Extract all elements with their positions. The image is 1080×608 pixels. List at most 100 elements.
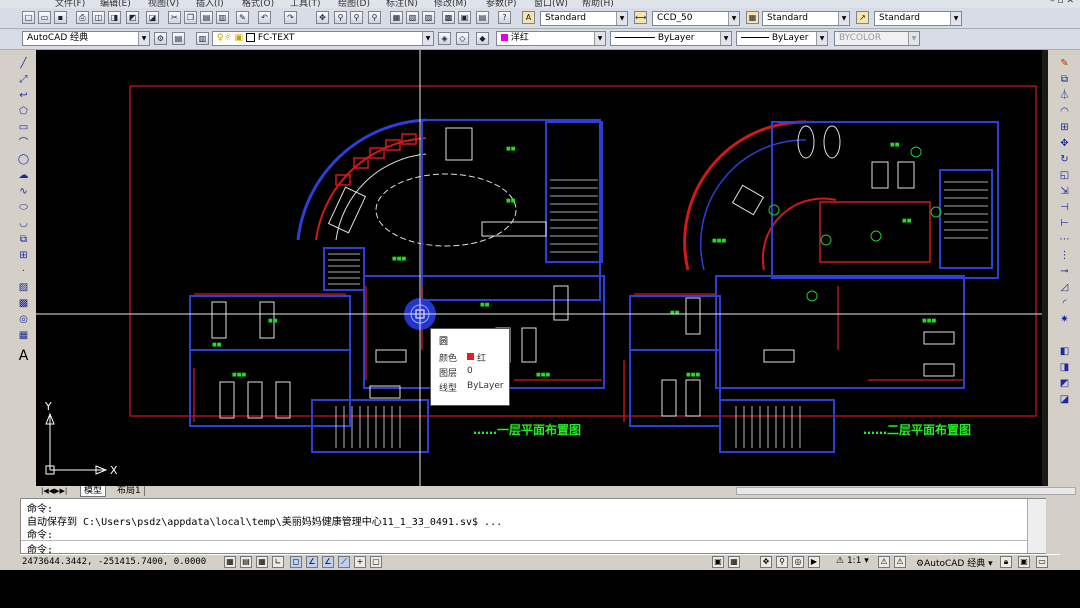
circle-icon[interactable]: ◯: [16, 153, 31, 167]
paste-special-icon[interactable]: ▥: [216, 11, 229, 24]
copy-icon[interactable]: ❐: [184, 11, 197, 24]
extend-icon[interactable]: ⊢: [1057, 217, 1072, 231]
arc-icon[interactable]: ⌒: [16, 137, 31, 151]
grid-toggle[interactable]: ▦: [256, 556, 268, 568]
explode-icon[interactable]: ✷: [1057, 313, 1072, 327]
menu-window[interactable]: 窗口(W): [534, 0, 568, 8]
draworder-back-icon[interactable]: ◨: [1057, 361, 1072, 375]
annotation-scale[interactable]: ⚠ 1:1 ▾: [836, 556, 869, 566]
horizontal-scrollbar[interactable]: [736, 487, 1076, 495]
layer-previous-icon[interactable]: ◇: [456, 32, 469, 45]
tab-nav-first-icon[interactable]: |◀◀▶▶|: [38, 486, 70, 496]
insert-block-icon[interactable]: ⧉: [16, 233, 31, 247]
tool-palettes-icon[interactable]: ▨: [422, 11, 435, 24]
trim-icon[interactable]: ⊣: [1057, 201, 1072, 215]
menu-parametric[interactable]: 参数(P): [486, 0, 516, 8]
paste-icon[interactable]: ▤: [200, 11, 213, 24]
preview-icon[interactable]: ◫: [92, 11, 105, 24]
revision-cloud-icon[interactable]: ☁: [16, 169, 31, 183]
menu-insert[interactable]: 插入(I): [196, 0, 224, 8]
print-icon[interactable]: ⎙: [76, 11, 89, 24]
help-icon[interactable]: ?: [498, 11, 511, 24]
menu-dimension[interactable]: 标注(N): [386, 0, 418, 8]
tab-model[interactable]: 模型: [80, 486, 107, 497]
point-icon[interactable]: ·: [16, 265, 31, 279]
design-center-icon[interactable]: ▧: [406, 11, 419, 24]
ellipse-icon[interactable]: ⬭: [16, 201, 31, 215]
menu-edit[interactable]: 编辑(E): [100, 0, 131, 8]
autoscale-icon[interactable]: ⚠: [894, 556, 906, 568]
polygon-icon[interactable]: ⬠: [16, 105, 31, 119]
drawing-canvas[interactable]: ■■ ■■ ■■ ■■■ ■■■ ■■■ ■■ ■■ ……一层平面布置图 ■■ …: [36, 50, 1048, 486]
vertical-scrollbar[interactable]: [1042, 50, 1048, 486]
dyn-toggle[interactable]: +: [354, 556, 366, 568]
chamfer-icon[interactable]: ◿: [1057, 281, 1072, 295]
linetype-select[interactable]: ByLayer ▼: [610, 31, 732, 46]
pan-icon[interactable]: ✥: [316, 11, 329, 24]
text-style-select[interactable]: Standard ▼: [540, 11, 628, 26]
lwt-toggle[interactable]: ▢: [370, 556, 382, 568]
hatch-icon[interactable]: ▨: [16, 281, 31, 295]
menu-modify[interactable]: 修改(M): [434, 0, 467, 8]
make-current-layer-icon[interactable]: ◈: [438, 32, 451, 45]
menu-file[interactable]: 文件(F): [55, 0, 85, 8]
offset-icon[interactable]: ◠: [1057, 105, 1072, 119]
multiline-text-icon[interactable]: A: [16, 349, 31, 363]
menu-draw[interactable]: 绘图(D): [338, 0, 370, 8]
layer-select[interactable]: ♀☼ ▣ FC-TEXT ▼: [212, 31, 434, 46]
ellipse-arc-icon[interactable]: ◡: [16, 217, 31, 231]
draworder-above-icon[interactable]: ◩: [1057, 377, 1072, 391]
markup-icon[interactable]: ▣: [458, 11, 471, 24]
table-style-select[interactable]: Standard ▼: [762, 11, 850, 26]
quickcalc-icon[interactable]: ▤: [476, 11, 489, 24]
rotate-icon[interactable]: ↻: [1057, 153, 1072, 167]
stretch-icon[interactable]: ⇲: [1057, 185, 1072, 199]
region-icon[interactable]: ◎: [16, 313, 31, 327]
ortho-toggle[interactable]: ∟: [272, 556, 284, 568]
spline-icon[interactable]: ∿: [16, 185, 31, 199]
undo-icon[interactable]: ↶: [258, 11, 271, 24]
join-icon[interactable]: ⊸: [1057, 265, 1072, 279]
table-icon[interactable]: ▦: [16, 329, 31, 343]
erase-icon[interactable]: ✎: [1057, 57, 1072, 71]
command-scrollbar[interactable]: [1027, 499, 1046, 553]
menu-tools[interactable]: 工具(T): [290, 0, 321, 8]
window-controls[interactable]: – ▫ ✕: [1050, 0, 1074, 6]
publish-icon[interactable]: ◨: [108, 11, 121, 24]
snap-toggle[interactable]: ▤: [240, 556, 252, 568]
etransmit-icon[interactable]: ◪: [146, 11, 159, 24]
osnap-toggle[interactable]: ∠: [306, 556, 318, 568]
scale-icon[interactable]: ◱: [1057, 169, 1072, 183]
zoom-previous-icon[interactable]: ⚲: [368, 11, 381, 24]
hardware-accel-icon[interactable]: ▣: [1018, 556, 1030, 568]
array-icon[interactable]: ⊞: [1057, 121, 1072, 135]
zoom-status-icon[interactable]: ⚲: [776, 556, 788, 568]
lock-ui-icon[interactable]: 🔒︎: [1000, 556, 1012, 568]
cut-icon[interactable]: ✂: [168, 11, 181, 24]
copy-object-icon[interactable]: ⧉: [1057, 73, 1072, 87]
fillet-icon[interactable]: ◜: [1057, 297, 1072, 311]
new-icon[interactable]: □: [22, 11, 35, 24]
menu-format[interactable]: 格式(O): [242, 0, 274, 8]
menu-help[interactable]: 帮助(H): [582, 0, 614, 8]
zoom-realtime-icon[interactable]: ⚲: [334, 11, 347, 24]
ducs-toggle[interactable]: ⟋: [338, 556, 350, 568]
workspace-switch[interactable]: ⚙AutoCAD 经典 ▾: [916, 556, 993, 569]
multileader-style-select[interactable]: Standard ▼: [874, 11, 962, 26]
mirror-icon[interactable]: ⏃: [1057, 89, 1072, 103]
pan-status-icon[interactable]: ✥: [760, 556, 772, 568]
layer-manager-icon[interactable]: ▤: [172, 32, 185, 45]
clean-screen-icon[interactable]: ▭: [1036, 556, 1048, 568]
zoom-window-icon[interactable]: ⚲: [350, 11, 363, 24]
break-icon[interactable]: ⋮: [1057, 249, 1072, 263]
line-icon[interactable]: ╱: [16, 57, 31, 71]
color-select[interactable]: 洋红 ▼: [496, 31, 606, 46]
3d-dwf-icon[interactable]: ◩: [126, 11, 139, 24]
properties-icon[interactable]: ▦: [390, 11, 403, 24]
layout-icon[interactable]: ▦: [728, 556, 740, 568]
otrack-toggle[interactable]: ∠: [322, 556, 334, 568]
tab-layout1[interactable]: 布局1: [114, 486, 145, 496]
rectangle-icon[interactable]: ▭: [16, 121, 31, 135]
steering-wheel-icon[interactable]: ◎: [792, 556, 804, 568]
draworder-front-icon[interactable]: ◧: [1057, 345, 1072, 359]
